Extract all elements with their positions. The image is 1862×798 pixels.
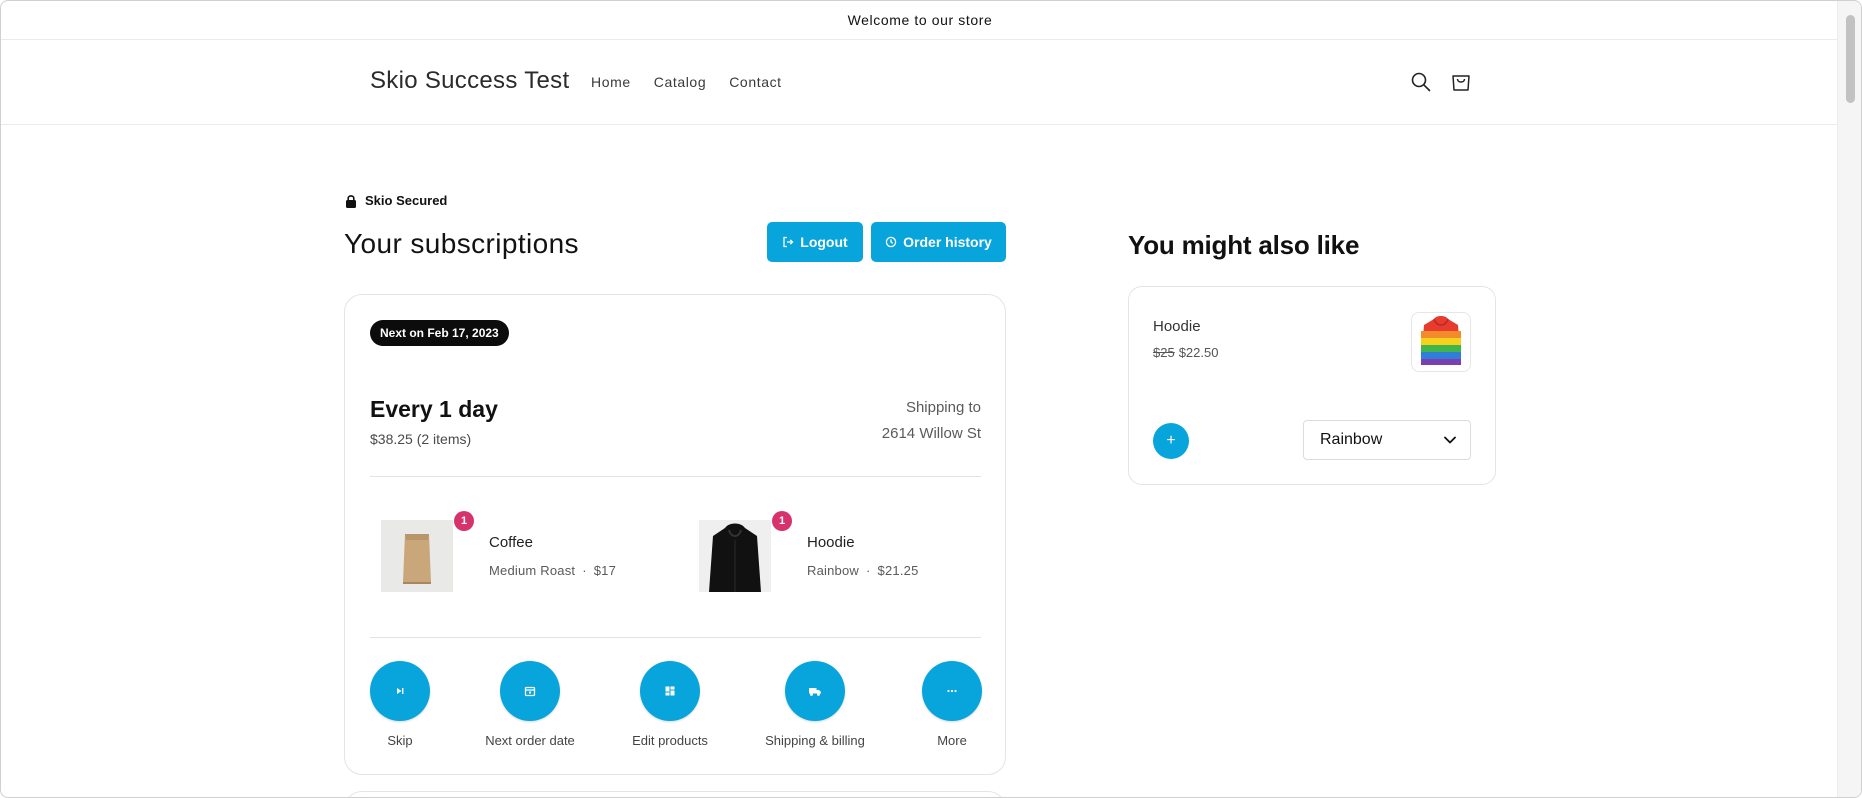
item-name: Hoodie xyxy=(807,534,855,551)
order-history-button[interactable]: Order history xyxy=(871,222,1006,262)
recommendation-name: Hoodie xyxy=(1153,318,1201,335)
subscription-card: Next on Feb 17, 2023 Every 1 day $38.25 … xyxy=(344,294,1006,775)
lock-icon xyxy=(346,194,356,208)
divider xyxy=(370,476,981,477)
item-price: $17 xyxy=(593,563,617,578)
page-title: Your subscriptions xyxy=(344,228,579,259)
subscription-card-next xyxy=(344,791,1006,797)
next-order-date-label: Next order date xyxy=(485,733,575,748)
recommendation-price: $25 $22.50 xyxy=(1153,345,1218,360)
recommendation-thumbnail xyxy=(1411,312,1471,372)
scrollbar-thumb[interactable] xyxy=(1846,15,1855,103)
add-recommendation-button[interactable]: + xyxy=(1153,423,1189,459)
more-action: More xyxy=(882,661,1022,748)
more-button[interactable] xyxy=(922,661,982,721)
nav-contact[interactable]: Contact xyxy=(729,74,781,90)
next-order-date-action: Next order date xyxy=(460,661,600,748)
logout-button[interactable]: Logout xyxy=(767,222,863,262)
sale-price: $22.50 xyxy=(1178,345,1219,360)
recommendation-card: Hoodie $25 $22.50 + Rainbow xyxy=(1128,286,1496,485)
page-scrollbar[interactable] xyxy=(1837,1,1861,797)
nav-catalog[interactable]: Catalog xyxy=(654,74,706,90)
browser-page: Welcome to our store Skio Success Test H… xyxy=(0,0,1862,798)
skip-label: Skip xyxy=(387,733,413,748)
edit-products-button[interactable] xyxy=(640,661,700,721)
edit-products-label: Edit products xyxy=(632,733,708,748)
truck-icon xyxy=(809,688,821,696)
shipping-label: Shipping to xyxy=(905,399,981,416)
recommendations-title: You might also like xyxy=(1128,230,1360,260)
logout-icon xyxy=(783,236,794,248)
skip-button[interactable] xyxy=(370,661,430,721)
secured-label: Skio Secured xyxy=(345,193,447,208)
hoodie-thumbnail xyxy=(699,520,771,592)
next-order-date-button[interactable] xyxy=(500,661,560,721)
subscription-summary: $38.25 (2 items) xyxy=(370,431,472,447)
edit-products-action: Edit products xyxy=(600,661,740,748)
skip-action: Skip xyxy=(330,661,470,748)
shipping-billing-button[interactable] xyxy=(785,661,845,721)
secured-text: Skio Secured xyxy=(365,193,448,208)
quantity-badge: 1 xyxy=(772,511,792,531)
chevron-down-icon xyxy=(1444,436,1456,444)
original-price: $25 xyxy=(1153,345,1175,360)
order-history-label: Order history xyxy=(903,234,992,250)
item-meta: Rainbow · $21.25 xyxy=(807,563,919,578)
main-nav: Home Catalog Contact xyxy=(591,74,782,90)
divider xyxy=(370,637,981,638)
shipping-billing-action: Shipping & billing xyxy=(745,661,885,748)
quantity-badge: 1 xyxy=(454,511,474,531)
search-icon[interactable] xyxy=(1407,68,1435,96)
skip-icon xyxy=(397,688,404,694)
history-icon xyxy=(885,236,897,248)
cart-icon[interactable] xyxy=(1447,68,1475,96)
nav-home[interactable]: Home xyxy=(591,74,631,90)
item-name: Coffee xyxy=(489,534,533,551)
item-price: $21.25 xyxy=(877,563,919,578)
site-header: Skio Success Test Home Catalog Contact xyxy=(1,40,1839,125)
subscription-frequency: Every 1 day xyxy=(370,396,498,422)
item-variant: Medium Roast xyxy=(489,563,576,578)
item-variant: Rainbow xyxy=(807,563,859,578)
store-logo[interactable]: Skio Success Test xyxy=(370,67,569,95)
coffee-thumbnail xyxy=(381,520,453,592)
next-order-badge: Next on Feb 17, 2023 xyxy=(370,320,509,346)
announcement-bar: Welcome to our store xyxy=(1,1,1839,40)
more-label: More xyxy=(937,733,967,748)
item-meta: Medium Roast · $17 xyxy=(489,563,617,578)
announcement-text: Welcome to our store xyxy=(847,12,993,28)
shipping-address: 2614 Willow St xyxy=(881,425,981,442)
calendar-icon xyxy=(524,686,536,697)
logout-label: Logout xyxy=(800,234,848,250)
variant-selected: Rainbow xyxy=(1320,431,1383,448)
shipping-billing-label: Shipping & billing xyxy=(765,733,865,748)
ellipsis-icon xyxy=(947,689,957,693)
variant-select[interactable]: Rainbow xyxy=(1303,420,1471,460)
grid-icon xyxy=(665,686,675,696)
